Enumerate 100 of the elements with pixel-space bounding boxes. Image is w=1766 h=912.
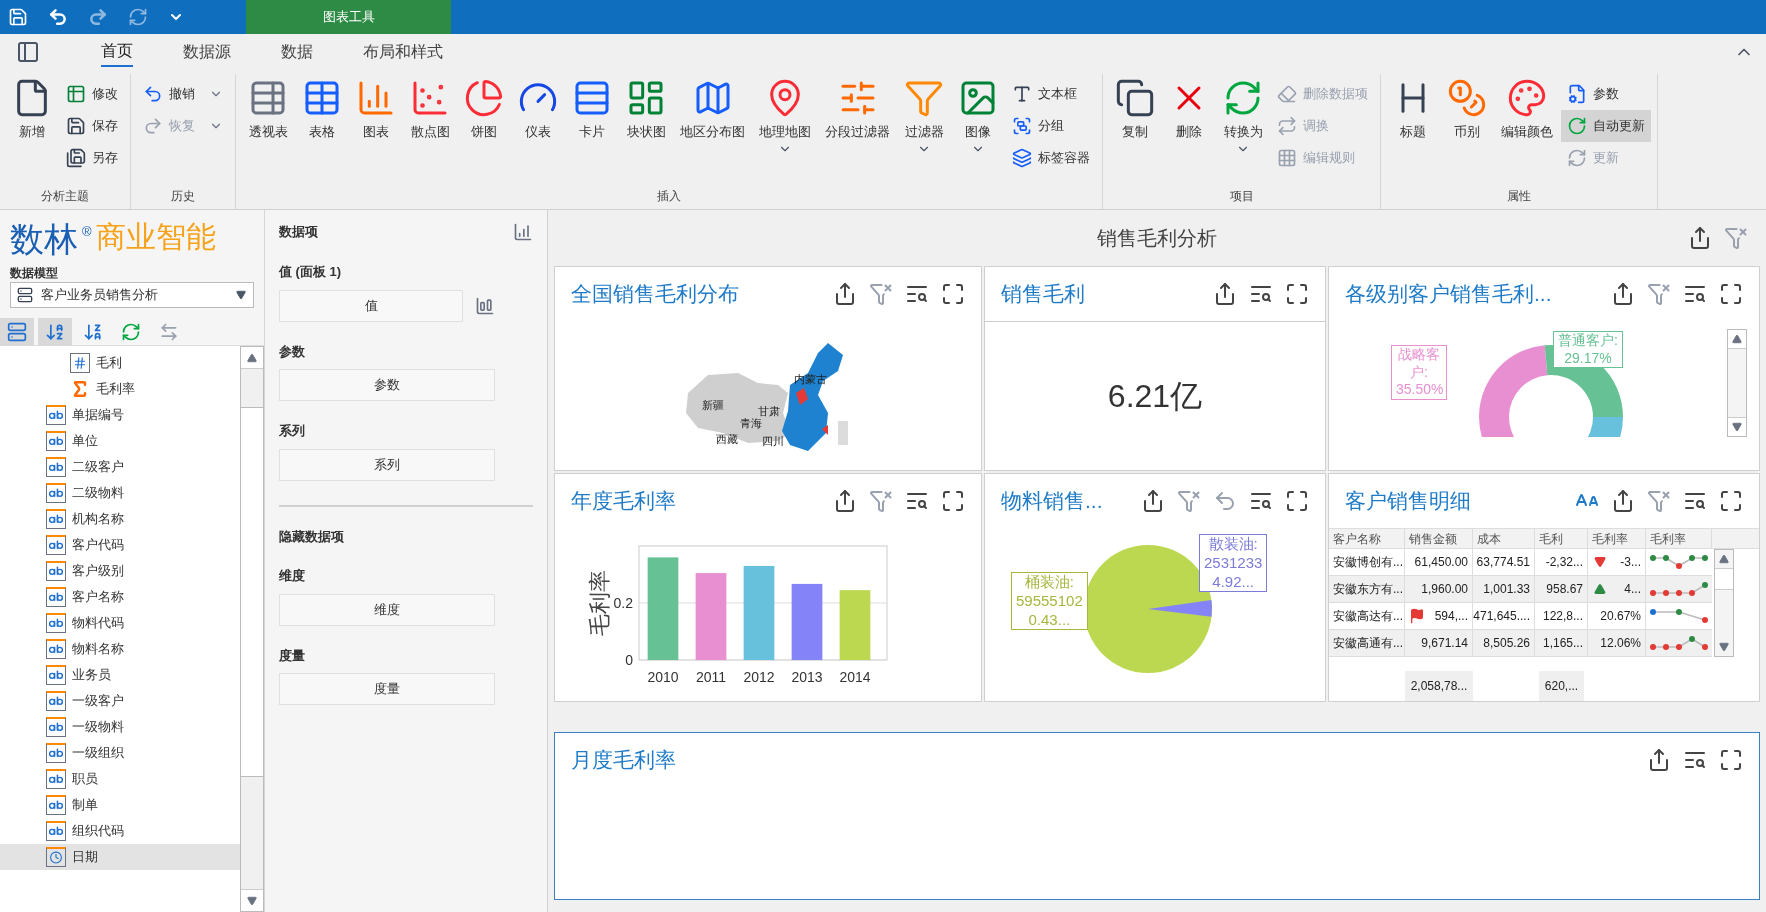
ribbon-button[interactable]: 地理地图	[753, 74, 817, 178]
field-item[interactable]: 客户级别	[0, 558, 240, 584]
ribbon-button[interactable]: 地区分布图	[674, 74, 751, 178]
ribbon-tab[interactable]: 布局和样式	[363, 37, 443, 67]
ribbon-button[interactable]: 另存	[60, 142, 124, 174]
scroll-down-icon[interactable]	[247, 895, 257, 906]
field-item[interactable]: 单据编号	[0, 402, 240, 428]
undo-icon[interactable]	[48, 7, 68, 27]
ribbon-button[interactable]: 卡片	[566, 74, 618, 178]
scroll-up-icon[interactable]	[1719, 554, 1729, 564]
column-header[interactable]: 毛利率	[1588, 529, 1646, 548]
add-chart-icon[interactable]	[513, 222, 533, 242]
save-icon[interactable]	[8, 7, 28, 27]
maximize-icon[interactable]	[1719, 748, 1743, 772]
ribbon-button[interactable]: 散点图	[404, 74, 456, 178]
ribbon-tab[interactable]: 首页	[101, 37, 133, 67]
share-icon[interactable]	[1611, 489, 1635, 513]
field-item[interactable]: 一级客户	[0, 688, 240, 714]
ribbon-tab[interactable]: 数据	[281, 37, 313, 67]
scrollbar[interactable]	[1714, 549, 1734, 657]
maximize-icon[interactable]	[1719, 282, 1743, 306]
share-icon[interactable]	[1688, 226, 1712, 250]
share-icon[interactable]	[833, 282, 857, 306]
ribbon-button[interactable]: 币别	[1441, 74, 1493, 178]
ribbon-button[interactable]: 参数	[1561, 78, 1651, 110]
share-icon[interactable]	[1611, 282, 1635, 306]
ribbon-button[interactable]: 标题	[1387, 74, 1439, 178]
column-header[interactable]: 成本	[1473, 529, 1535, 548]
drop-slot[interactable]: 系列	[279, 448, 495, 481]
dropdown[interactable]: 客户业务员销售分析	[10, 282, 254, 308]
redo-icon[interactable]	[88, 7, 108, 27]
bar-chart-icon[interactable]	[475, 295, 495, 316]
ribbon-button[interactable]: 图像	[952, 74, 1004, 178]
scrollbar[interactable]	[1727, 329, 1747, 437]
maximize-icon[interactable]	[1285, 282, 1309, 306]
share-icon[interactable]	[1647, 748, 1671, 772]
field-item[interactable]: 一级物料	[0, 714, 240, 740]
share-icon[interactable]	[833, 489, 857, 513]
field-item[interactable]: 客户代码	[0, 532, 240, 558]
maximize-icon[interactable]	[1719, 489, 1743, 513]
ribbon-button[interactable]: 自动更新	[1561, 110, 1651, 142]
ribbon-button[interactable]: 块状图	[620, 74, 672, 178]
field-item[interactable]: 物料代码	[0, 610, 240, 636]
sort-ascending-icon[interactable]	[38, 317, 72, 346]
scroll-up-icon[interactable]	[247, 352, 257, 363]
field-item[interactable]: 单位	[0, 428, 240, 454]
field-item[interactable]: 客户名称	[0, 584, 240, 610]
ribbon-button[interactable]: 复制	[1109, 74, 1161, 178]
ribbon-button[interactable]: 表格	[296, 74, 348, 178]
share-icon[interactable]	[1141, 489, 1165, 513]
scrollbar[interactable]	[240, 346, 264, 912]
scroll-up-icon[interactable]	[1732, 334, 1742, 344]
field-item[interactable]: 制单	[0, 792, 240, 818]
field-item[interactable]: 一级组织	[0, 740, 240, 766]
scroll-down-icon[interactable]	[1719, 642, 1729, 652]
field-item[interactable]: 业务员	[0, 662, 240, 688]
ribbon-button[interactable]: 文本框	[1006, 78, 1096, 110]
ribbon-button[interactable]: 过滤器	[898, 74, 950, 178]
ribbon-button[interactable]: 分段过滤器	[819, 74, 896, 178]
ribbon-tab[interactable]: 数据源	[183, 37, 231, 67]
maximize-icon[interactable]	[1285, 489, 1309, 513]
ribbon-button[interactable]: 饼图	[458, 74, 510, 178]
scroll-thumb[interactable]	[241, 407, 263, 777]
field-item[interactable]: 日期	[0, 844, 240, 870]
field-item[interactable]: 毛利	[0, 350, 240, 376]
ribbon-button[interactable]: 修改	[60, 78, 124, 110]
field-item[interactable]: 机构名称	[0, 506, 240, 532]
field-item[interactable]: 物料名称	[0, 636, 240, 662]
field-item[interactable]: 毛利率	[0, 376, 240, 402]
ribbon-button[interactable]: 删除	[1163, 74, 1215, 178]
app-menu-icon[interactable]	[16, 40, 40, 64]
scroll-thumb[interactable]	[1715, 568, 1733, 590]
column-header[interactable]: 毛利率	[1646, 529, 1712, 548]
share-icon[interactable]	[1213, 282, 1237, 306]
refresh-icon[interactable]	[128, 7, 148, 27]
maximize-icon[interactable]	[941, 489, 965, 513]
field-item[interactable]: 二级客户	[0, 454, 240, 480]
ribbon-button[interactable]: 撤销	[137, 78, 229, 110]
ribbon-button[interactable]: 图表	[350, 74, 402, 178]
field-item[interactable]: 职员	[0, 766, 240, 792]
column-header[interactable]: 销售金额	[1405, 529, 1473, 548]
ribbon-button[interactable]: 标签容器	[1006, 142, 1096, 174]
maximize-icon[interactable]	[941, 282, 965, 306]
drop-slot[interactable]: 度量	[279, 673, 495, 705]
ribbon-button[interactable]: 透视表	[242, 74, 294, 178]
ribbon-button[interactable]: 分组	[1006, 110, 1096, 142]
ribbon-button[interactable]: 编辑颜色	[1495, 74, 1559, 178]
drop-slot[interactable]: 参数	[279, 369, 495, 401]
column-header[interactable]: 客户名称	[1329, 529, 1405, 548]
scroll-thumb[interactable]	[1728, 348, 1746, 418]
ribbon-button[interactable]: 仪表	[512, 74, 564, 178]
drop-slot[interactable]: 值	[279, 289, 463, 322]
ribbon-button[interactable]: 保存	[60, 110, 124, 142]
drop-slot[interactable]: 维度	[279, 593, 495, 626]
field-item[interactable]: 组织代码	[0, 818, 240, 844]
ribbon-button[interactable]: 新增	[6, 74, 58, 178]
group-by-icon[interactable]	[0, 317, 34, 346]
field-item[interactable]: 二级物料	[0, 480, 240, 506]
column-header[interactable]: 毛利	[1535, 529, 1588, 548]
scroll-down-icon[interactable]	[1732, 422, 1742, 432]
